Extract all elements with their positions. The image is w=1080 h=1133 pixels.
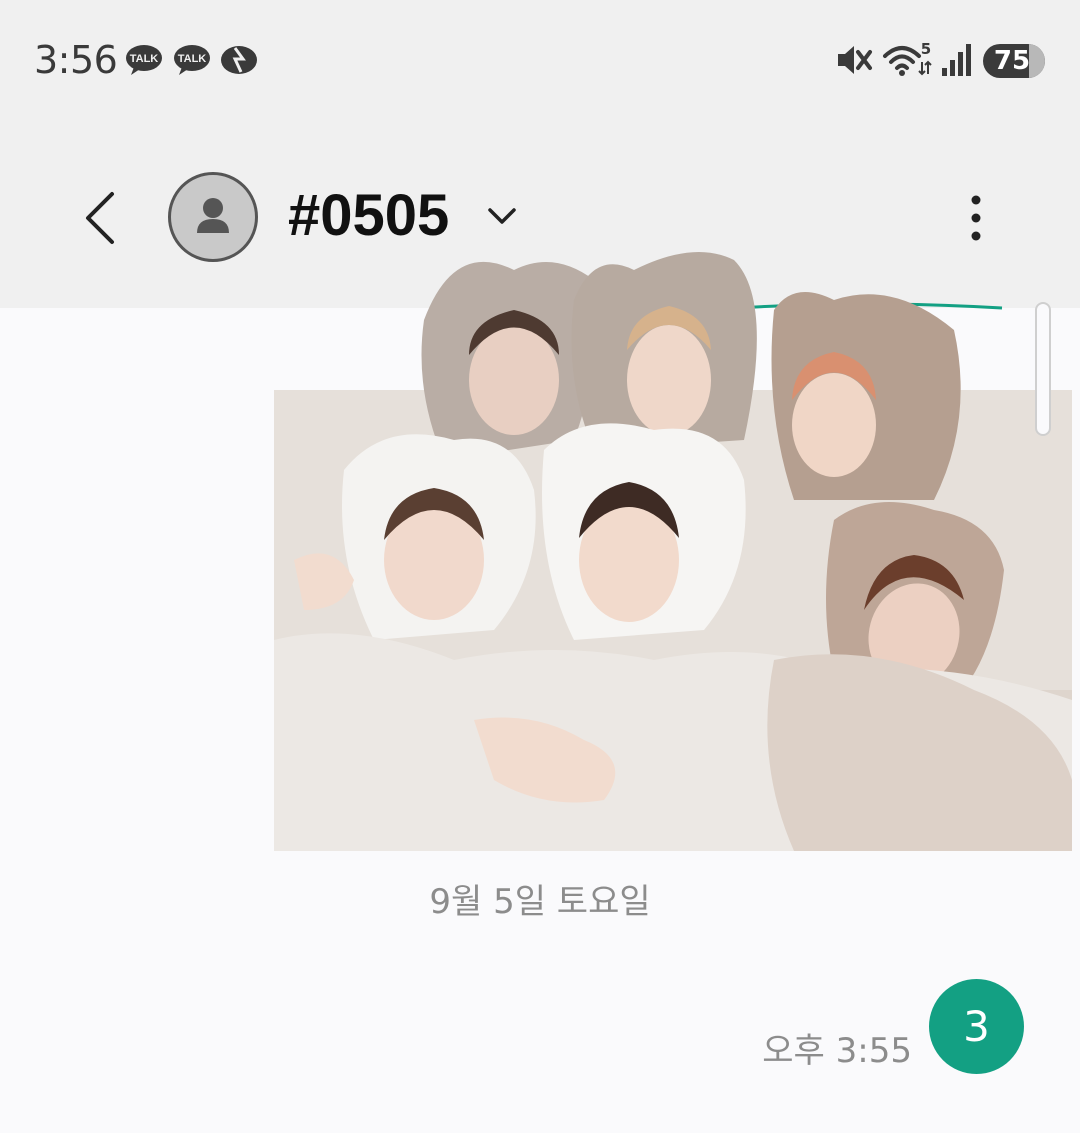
battery-percent: 75 [993,46,1031,76]
wifi-label: 5 [921,40,931,58]
scrollbar[interactable] [1035,302,1051,436]
date-divider: 9월 5일 토요일 [429,882,651,922]
person-icon [197,198,229,233]
kakao-story-icon [221,46,257,74]
battery-indicator: 75 [983,44,1045,78]
message-timestamp: 오후 3:55 [762,1031,912,1071]
kakaotalk-icon: TALK [126,45,162,75]
wifi-icon: 5 [883,40,932,76]
notif-text: TALK [130,53,159,65]
contact-avatar[interactable] [168,172,258,262]
status-time: 3:56 [34,38,118,82]
more-options-icon[interactable] [960,192,992,244]
group-photo-illustration [274,252,1072,851]
notif-text: TALK [178,53,207,65]
signal-icon [942,44,971,76]
message-badge[interactable]: 3 [929,979,1024,1074]
kakaotalk-icon: TALK [174,45,210,75]
chevron-down-icon[interactable] [486,202,518,230]
shared-photo[interactable] [274,240,1072,851]
back-arrow-icon[interactable] [78,188,122,248]
mute-icon [838,46,872,74]
